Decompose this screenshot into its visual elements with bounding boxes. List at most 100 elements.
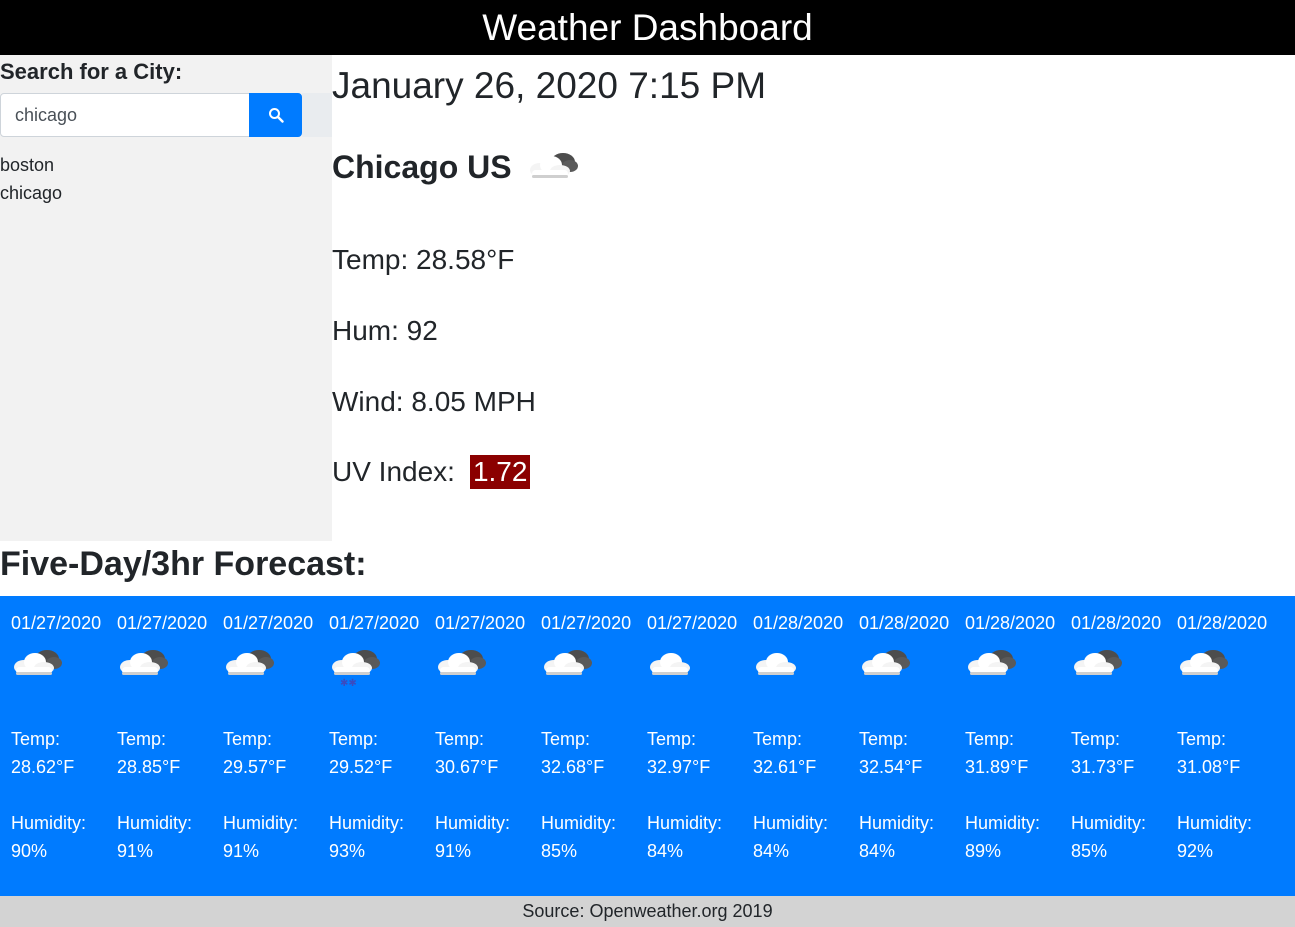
forecast-card: 01/27/2020 Temp: 30.67°F Humidity: 91%	[424, 596, 530, 896]
forecast-date: 01/27/2020	[329, 613, 420, 633]
forecast-humidity-label: Humidity:	[753, 813, 829, 833]
footer: Source: Openweather.org 2019	[0, 896, 1295, 927]
partly-cloudy-icon	[10, 642, 68, 682]
uv-index-badge: 1.72	[469, 455, 531, 489]
search-row	[0, 93, 332, 137]
current-weather-panel: January 26, 2020 7:15 PM Chicago US Temp…	[332, 55, 1295, 541]
forecast-humidity-label: Humidity:	[541, 813, 617, 833]
forecast-card: 01/28/2020 Temp: 31.89°F Humidity: 89%	[954, 596, 1060, 896]
forecast-humidity: 91%	[223, 841, 260, 861]
forecast-card: 01/28/2020 Temp: 31.73°F Humidity: 85%	[1060, 596, 1166, 896]
footer-source: Source: Openweather.org 2019	[522, 901, 773, 921]
partly-cloudy-icon	[964, 642, 1022, 682]
forecast-date: 01/28/2020	[1071, 613, 1162, 633]
forecast-humidity-label: Humidity:	[965, 813, 1041, 833]
forecast-temp-label: Temp:	[117, 729, 167, 749]
search-input[interactable]	[0, 93, 250, 137]
forecast-humidity: 91%	[117, 841, 154, 861]
partly-cloudy-icon	[116, 642, 174, 682]
forecast-humidity-label: Humidity:	[1071, 813, 1147, 833]
forecast-card: 01/27/2020 Temp: 32.97°F Humidity: 84%	[636, 596, 742, 896]
forecast-strip: 01/27/2020 Temp: 28.62°F Humidity: 90% 01/27/…	[0, 596, 1295, 896]
forecast-humidity: 92%	[1177, 841, 1214, 861]
forecast-humidity-label: Humidity:	[435, 813, 511, 833]
history-item-chicago[interactable]: chicago	[0, 179, 62, 207]
forecast-card: 01/27/2020 Temp: 28.85°F Humidity: 91%	[106, 596, 212, 896]
forecast-humidity-label: Humidity:	[859, 813, 935, 833]
forecast-humidity: 85%	[541, 841, 578, 861]
forecast-temp-label: Temp:	[965, 729, 1015, 749]
forecast-card: 01/28/2020 Temp: 32.61°F Humidity: 84%	[742, 596, 848, 896]
forecast-temp: 32.97°F	[647, 757, 711, 777]
sidebar: Search for a City: boston chicago	[0, 55, 332, 541]
forecast-date: 01/28/2020	[965, 613, 1056, 633]
forecast-temp: 28.85°F	[117, 757, 181, 777]
svg-text:✱✱: ✱✱	[340, 678, 357, 688]
forecast-temp-label: Temp:	[753, 729, 803, 749]
forecast-temp: 32.61°F	[753, 757, 817, 777]
current-datetime: January 26, 2020 7:15 PM	[332, 65, 767, 106]
forecast-humidity-label: Humidity:	[647, 813, 723, 833]
forecast-humidity: 84%	[753, 841, 790, 861]
forecast-temp-label: Temp:	[859, 729, 909, 749]
page-header: Weather Dashboard	[0, 0, 1295, 55]
partly-cloudy-icon	[540, 642, 598, 682]
city-name: Chicago US	[332, 148, 512, 185]
forecast-humidity-label: Humidity:	[117, 813, 193, 833]
forecast-humidity-label: Humidity:	[11, 813, 87, 833]
page-title: Weather Dashboard	[482, 7, 813, 48]
forecast-date: 01/27/2020	[541, 613, 632, 633]
forecast-temp-label: Temp:	[647, 729, 697, 749]
forecast-date: 01/28/2020	[1177, 613, 1268, 633]
forecast-date: 01/27/2020	[223, 613, 314, 633]
forecast-humidity-label: Humidity:	[223, 813, 299, 833]
forecast-temp: 29.52°F	[329, 757, 393, 777]
forecast-date: 01/27/2020	[11, 613, 102, 633]
forecast-temp-label: Temp:	[1177, 729, 1227, 749]
partly-cloudy-icon	[858, 642, 916, 682]
forecast-humidity: 85%	[1071, 841, 1108, 861]
uv-index-label: UV Index:	[332, 456, 455, 487]
forecast-temp-label: Temp:	[435, 729, 485, 749]
forecast-humidity: 91%	[435, 841, 472, 861]
cloud-icon	[752, 642, 810, 682]
forecast-humidity-label: Humidity:	[329, 813, 405, 833]
forecast-humidity: 93%	[329, 841, 366, 861]
forecast-date: 01/28/2020	[753, 613, 844, 633]
snow-cloud-icon: ✱✱	[328, 642, 386, 689]
forecast-temp-label: Temp:	[541, 729, 591, 749]
forecast-humidity: 84%	[859, 841, 896, 861]
partly-cloudy-icon	[434, 642, 492, 682]
cloud-icon	[646, 642, 704, 682]
forecast-temp: 32.54°F	[859, 757, 923, 777]
forecast-date: 01/27/2020	[435, 613, 526, 633]
forecast-card: 01/27/2020 Temp: 28.62°F Humidity: 90%	[0, 596, 106, 896]
current-uv-index: UV Index: 1.72	[332, 455, 531, 489]
current-temp: Temp: 28.58°F	[332, 244, 515, 275]
forecast-temp-label: Temp:	[223, 729, 273, 749]
forecast-card: 01/27/2020 Temp: 29.57°F Humidity: 91%	[212, 596, 318, 896]
forecast-date: 01/27/2020	[647, 613, 738, 633]
forecast-humidity: 89%	[965, 841, 1002, 861]
search-button[interactable]	[249, 93, 302, 137]
city-heading: Chicago US	[332, 145, 584, 189]
search-history-list: boston chicago	[0, 151, 62, 207]
forecast-date: 01/27/2020	[117, 613, 208, 633]
forecast-temp-label: Temp:	[11, 729, 61, 749]
forecast-humidity-label: Humidity:	[1177, 813, 1253, 833]
forecast-card: 01/28/2020 Temp: 32.54°F Humidity: 84%	[848, 596, 954, 896]
current-wind: Wind: 8.05 MPH	[332, 386, 536, 417]
forecast-temp: 29.57°F	[223, 757, 287, 777]
partly-cloudy-icon	[526, 145, 584, 189]
forecast-humidity: 90%	[11, 841, 48, 861]
search-label: Search for a City:	[0, 59, 183, 84]
current-humidity: Hum: 92	[332, 315, 438, 346]
forecast-temp: 28.62°F	[11, 757, 75, 777]
forecast-temp: 31.73°F	[1071, 757, 1135, 777]
forecast-title: Five-Day/3hr Forecast:	[0, 545, 367, 583]
forecast-temp-label: Temp:	[1071, 729, 1121, 749]
history-item-boston[interactable]: boston	[0, 151, 62, 179]
forecast-date: 01/28/2020	[859, 613, 950, 633]
partly-cloudy-icon	[1176, 642, 1234, 682]
forecast-card: 01/28/2020 Temp: 31.08°F Humidity: 92%	[1166, 596, 1272, 896]
